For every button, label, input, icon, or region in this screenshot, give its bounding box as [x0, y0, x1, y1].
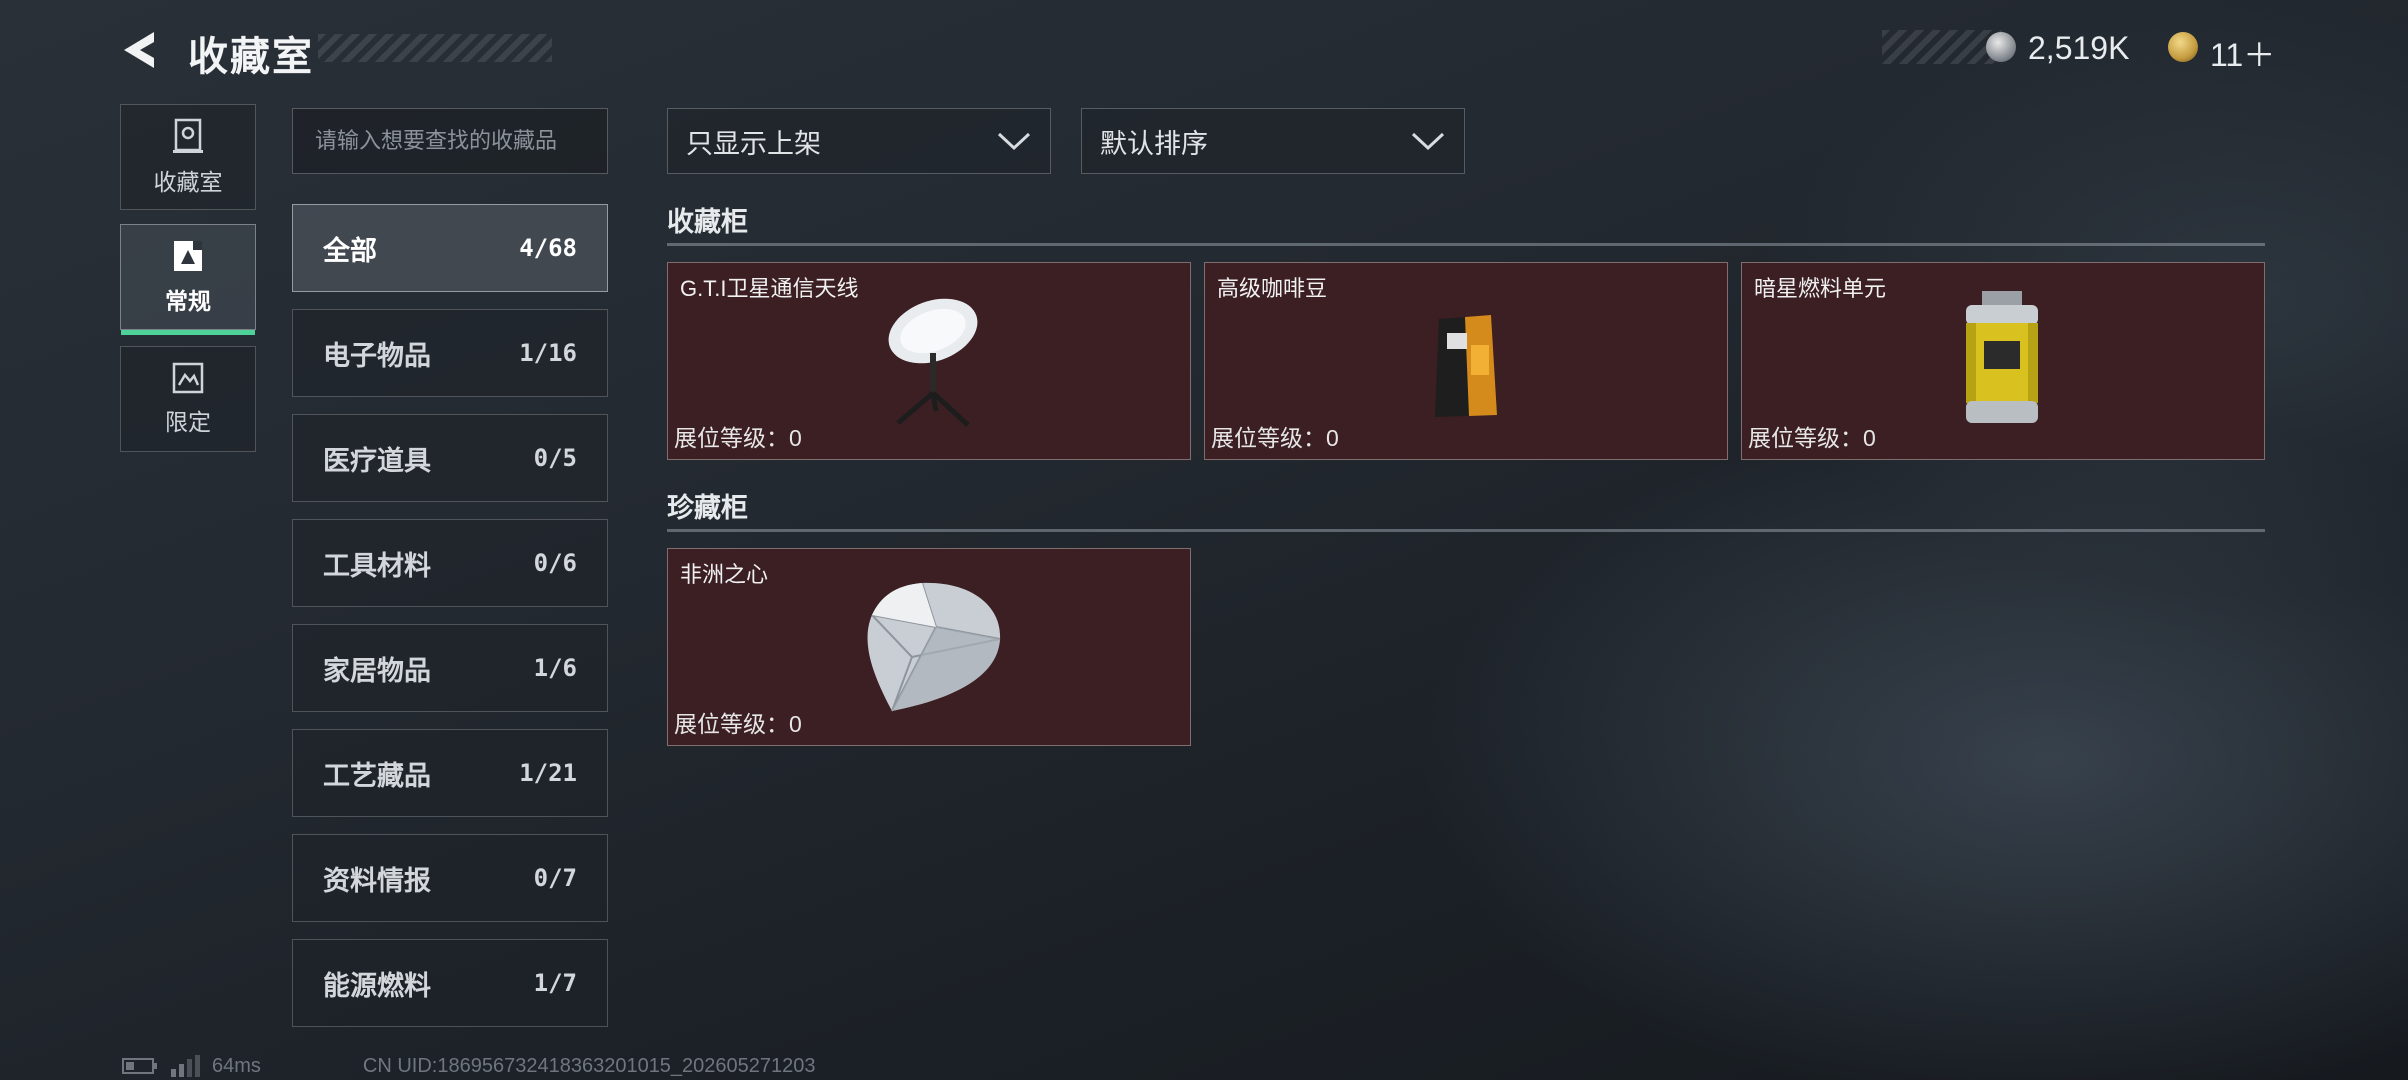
gold-currency-value: 11＋: [2210, 37, 2276, 73]
regular-icon: [174, 241, 202, 271]
signal-icon: [171, 1055, 200, 1077]
fuel-canister-icon: [1966, 291, 2038, 423]
category-intel[interactable]: 资料情报 0/7: [292, 834, 608, 922]
ping-value: 64ms: [212, 1054, 261, 1077]
side-tab-label: 常规: [165, 288, 211, 314]
back-arrow-icon: [124, 32, 154, 68]
sort-dropdown[interactable]: 默认排序: [1081, 108, 1465, 174]
side-tab-regular[interactable]: 常规: [120, 224, 256, 335]
category-name: 全部: [323, 235, 377, 266]
item-name: G.T.I卫星通信天线: [680, 276, 859, 301]
category-electronics[interactable]: 电子物品 1/16: [292, 309, 608, 397]
status-footer: 64ms CN UID:186956732418363201015_202605…: [122, 1054, 816, 1078]
battery-icon: [122, 1058, 157, 1074]
chevron-down-icon: [1411, 132, 1445, 151]
page-title: 收藏室: [188, 35, 314, 79]
item-name: 非洲之心: [680, 562, 769, 587]
category-name: 工具材料: [323, 550, 431, 581]
category-name: 电子物品: [323, 340, 431, 371]
display-level: 展位等级：0: [1748, 425, 1876, 451]
side-tab-label: 收藏室: [153, 169, 223, 195]
section-divider: [667, 243, 2265, 246]
category-name: 医疗道具: [323, 445, 431, 476]
category-name: 家居物品: [323, 655, 431, 686]
category-count: 0/6: [533, 549, 577, 577]
category-count: 0/5: [533, 444, 577, 472]
side-tab-collection-room[interactable]: 收藏室: [120, 104, 256, 210]
coffee-bag-icon: [1435, 315, 1497, 417]
display-level: 展位等级：0: [674, 425, 802, 451]
category-crafts[interactable]: 工艺藏品 1/21: [292, 729, 608, 817]
category-count: 0/7: [533, 864, 577, 892]
section-divider: [667, 529, 2265, 532]
sort-value: 默认排序: [1100, 128, 1208, 159]
title-decoration: [318, 34, 552, 62]
category-count: 1/6: [533, 654, 577, 682]
back-button[interactable]: [118, 26, 166, 74]
category-count: 1/16: [519, 339, 577, 367]
side-tab-label: 限定: [165, 409, 211, 435]
satellite-dish-icon: [888, 298, 978, 427]
collection-card[interactable]: 暗星燃料单元 展位等级：0: [1741, 262, 2265, 460]
limited-icon: [172, 362, 204, 394]
display-level: 展位等级：0: [674, 711, 802, 737]
collection-card[interactable]: G.T.I卫星通信天线 展位等级：0: [667, 262, 1191, 460]
category-all[interactable]: 全部 4/68: [292, 204, 608, 292]
diamond-icon: [867, 582, 1001, 712]
display-filter-value: 只显示上架: [686, 128, 821, 159]
currency-bar: 2,519K 11＋: [1882, 30, 2302, 73]
section-title-treasure-cabinet: 珍藏柜: [667, 493, 748, 523]
collection-room-icon: [173, 118, 203, 153]
display-filter-dropdown[interactable]: 只显示上架: [667, 108, 1051, 174]
collection-card[interactable]: 非洲之心 展位等级：0: [667, 548, 1191, 746]
currency-decoration: [1882, 30, 2002, 64]
category-household[interactable]: 家居物品 1/6: [292, 624, 608, 712]
category-name: 工艺藏品: [323, 760, 431, 791]
side-tab-limited[interactable]: 限定: [120, 346, 256, 452]
item-name: 高级咖啡豆: [1217, 276, 1328, 301]
chevron-down-icon: [997, 132, 1031, 151]
display-level: 展位等级：0: [1211, 425, 1339, 451]
category-count: 1/7: [533, 969, 577, 997]
silver-currency-value: 2,519K: [2028, 30, 2130, 66]
category-name: 能源燃料: [323, 970, 431, 1001]
category-energy[interactable]: 能源燃料 1/7: [292, 939, 608, 1027]
gold-coin-icon: [2168, 32, 2198, 62]
silver-coin-icon: [1986, 32, 2016, 62]
category-count: 4/68: [519, 234, 577, 262]
section-title-cabinet: 收藏柜: [667, 207, 748, 237]
collection-card[interactable]: 高级咖啡豆 展位等级：0: [1204, 262, 1728, 460]
category-name: 资料情报: [323, 865, 431, 896]
category-tools[interactable]: 工具材料 0/6: [292, 519, 608, 607]
item-name: 暗星燃料单元: [1754, 276, 1887, 301]
search-input[interactable]: [292, 108, 608, 174]
category-medical[interactable]: 医疗道具 0/5: [292, 414, 608, 502]
uid-value: CN UID:186956732418363201015_20260527120…: [362, 1054, 816, 1077]
category-count: 1/21: [519, 759, 577, 787]
